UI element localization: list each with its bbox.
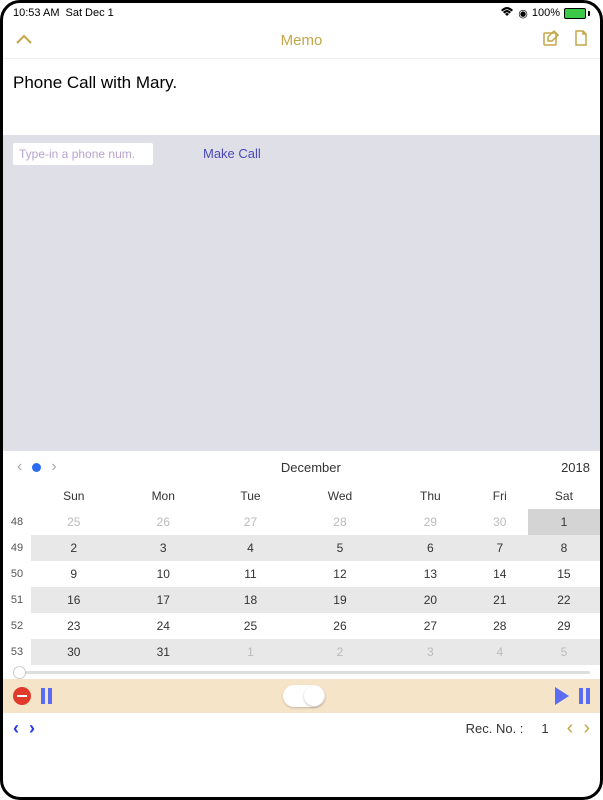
week-number: 51	[3, 587, 31, 613]
rec-next-icon[interactable]: ›	[583, 717, 590, 740]
document-icon[interactable]	[574, 29, 588, 52]
calendar-day[interactable]: 26	[291, 613, 389, 639]
week-number: 53	[3, 639, 31, 665]
calendar-day[interactable]: 30	[31, 639, 117, 665]
calendar-day[interactable]: 19	[291, 587, 389, 613]
calendar-day[interactable]: 28	[291, 509, 389, 535]
calendar-day[interactable]: 11	[210, 561, 291, 587]
calendar-day[interactable]: 2	[291, 639, 389, 665]
calendar-day[interactable]: 21	[472, 587, 528, 613]
phone-input[interactable]	[13, 143, 153, 165]
rec-number-label: Rec. No. :	[466, 721, 524, 736]
calendar-day[interactable]: 13	[389, 561, 472, 587]
calendar-day[interactable]: 1	[210, 639, 291, 665]
nav-next-icon[interactable]: ›	[29, 718, 35, 739]
status-date: Sat Dec 1	[65, 7, 113, 19]
calendar-day[interactable]: 3	[117, 535, 210, 561]
calendar-day[interactable]: 23	[31, 613, 117, 639]
calendar-day[interactable]: 5	[528, 639, 600, 665]
calendar-day[interactable]: 22	[528, 587, 600, 613]
calendar-day[interactable]: 24	[117, 613, 210, 639]
calendar-day[interactable]: 10	[117, 561, 210, 587]
phone-area: Make Call	[3, 135, 600, 451]
cal-day-header: Wed	[291, 483, 389, 509]
cal-day-header: Fri	[472, 483, 528, 509]
wifi-icon	[500, 7, 514, 20]
calendar-day[interactable]: 26	[117, 509, 210, 535]
rec-number-value: 1	[533, 721, 556, 736]
pause-button-right[interactable]	[579, 688, 590, 704]
calendar-day[interactable]: 9	[31, 561, 117, 587]
calendar-day[interactable]: 8	[528, 535, 600, 561]
cal-today-dot[interactable]	[32, 463, 41, 472]
cal-year-label: 2018	[561, 460, 590, 475]
cal-month-label: December	[61, 460, 561, 475]
calendar-day[interactable]: 25	[210, 613, 291, 639]
battery-pct: 100%	[532, 7, 560, 19]
make-call-button[interactable]: Make Call	[203, 143, 261, 161]
cal-day-header: Sat	[528, 483, 600, 509]
cal-day-header: Thu	[389, 483, 472, 509]
cal-prev-icon[interactable]: ‹	[13, 458, 26, 476]
calendar-day[interactable]: 17	[117, 587, 210, 613]
battery-icon	[564, 8, 590, 19]
calendar-day[interactable]: 7	[472, 535, 528, 561]
toggle-switch[interactable]	[283, 685, 325, 707]
bottom-bar: ‹ › Rec. No. : 1 ‹ ›	[3, 713, 600, 743]
record-stop-button[interactable]	[13, 687, 31, 705]
cal-next-icon[interactable]: ›	[47, 458, 60, 476]
scrub-thumb[interactable]	[13, 666, 26, 679]
calendar-day[interactable]: 14	[472, 561, 528, 587]
calendar-day[interactable]: 4	[210, 535, 291, 561]
week-number: 52	[3, 613, 31, 639]
calendar-day[interactable]: 27	[210, 509, 291, 535]
signal-icon: ◉	[518, 7, 528, 20]
calendar-day[interactable]: 25	[31, 509, 117, 535]
calendar-day[interactable]: 20	[389, 587, 472, 613]
page-title: Memo	[281, 32, 323, 49]
media-bar	[3, 679, 600, 713]
memo-content[interactable]: Phone Call with Mary.	[3, 59, 600, 135]
calendar-day[interactable]: 3	[389, 639, 472, 665]
nav-first-icon[interactable]: ‹	[13, 718, 19, 739]
calendar: ‹ › December 2018 SunMonTueWedThuFriSat …	[3, 451, 600, 665]
cal-day-header: Tue	[210, 483, 291, 509]
calendar-day[interactable]: 29	[528, 613, 600, 639]
scrub-bar[interactable]	[3, 665, 600, 679]
back-icon[interactable]	[15, 32, 33, 49]
week-number: 50	[3, 561, 31, 587]
calendar-grid: SunMonTueWedThuFriSat 482526272829301492…	[3, 483, 600, 665]
calendar-day[interactable]: 28	[472, 613, 528, 639]
calendar-day[interactable]: 27	[389, 613, 472, 639]
cal-day-header: Mon	[117, 483, 210, 509]
compose-icon[interactable]	[542, 29, 560, 52]
cal-day-header: Sun	[31, 483, 117, 509]
play-button[interactable]	[555, 687, 569, 705]
calendar-day[interactable]: 15	[528, 561, 600, 587]
calendar-day[interactable]: 6	[389, 535, 472, 561]
calendar-day[interactable]: 12	[291, 561, 389, 587]
rec-prev-icon[interactable]: ‹	[567, 717, 574, 740]
calendar-day[interactable]: 1	[528, 509, 600, 535]
week-number: 48	[3, 509, 31, 535]
pause-button-left[interactable]	[41, 688, 52, 704]
calendar-day[interactable]: 2	[31, 535, 117, 561]
calendar-day[interactable]: 4	[472, 639, 528, 665]
calendar-day[interactable]: 5	[291, 535, 389, 561]
calendar-day[interactable]: 29	[389, 509, 472, 535]
calendar-day[interactable]: 16	[31, 587, 117, 613]
calendar-day[interactable]: 31	[117, 639, 210, 665]
nav-bar: Memo	[3, 23, 600, 59]
week-number: 49	[3, 535, 31, 561]
calendar-day[interactable]: 30	[472, 509, 528, 535]
status-time: 10:53 AM	[13, 7, 59, 19]
status-bar: 10:53 AM Sat Dec 1 ◉ 100%	[3, 3, 600, 23]
calendar-day[interactable]: 18	[210, 587, 291, 613]
